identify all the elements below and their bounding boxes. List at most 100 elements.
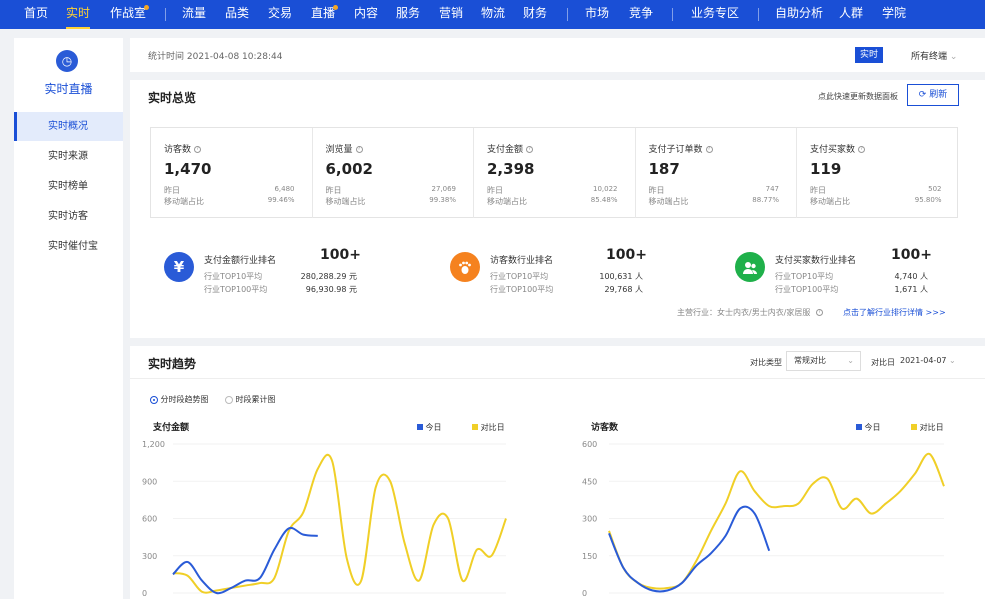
sidebar-item-source[interactable]: 实时来源 (14, 142, 123, 171)
nav-war-room[interactable]: 作战室 (110, 0, 146, 29)
sidebar-title: 实时直播 (44, 82, 93, 96)
radio-cumulative[interactable]: 时段累计图 (225, 394, 276, 405)
overview-panel: 实时总览 点此快速更新数据面板 ⟳ 刷新 访客数? 1,470 昨日 6,480 移动端… (130, 80, 985, 338)
rank-top100-label: 行业TOP100平均 (490, 285, 554, 294)
status-bar: 统计时间 2021-04-08 10:28:44 实时 所有终端 ⌄ (130, 38, 985, 72)
y-tick-label: 450 (582, 477, 597, 486)
nav-crowd[interactable]: 人群 (839, 0, 863, 29)
terminal-select[interactable]: 所有终端 ⌄ (911, 49, 957, 62)
top-navigation: 首页 实时 作战室 流量 品类 交易 直播 内容 服务 营销 物流 财务 市场 竞争 业务专区 自助分析 人群学… (0, 0, 985, 29)
rank-top100-label: 行业TOP100平均 (204, 285, 268, 294)
legend-today-label: 今日 (425, 423, 442, 432)
legend-compare-swatch (911, 424, 918, 430)
radio-trend[interactable]: 分时段趋势图 (150, 394, 209, 405)
radio-checked-icon (150, 395, 158, 404)
rank-value: 100+ (891, 247, 932, 263)
rank-top100-value: 1,671 人 (894, 285, 928, 294)
rank-buyers: 支付买家数行业排名 100+ 行业TOP10平均 4,740 人行业TOP100平均 1… (735, 242, 985, 302)
trend-title: 实时趋势 (148, 357, 197, 371)
visitors-chart: 0 150 300 450 600 (582, 440, 945, 598)
rank-top10-label: 行业TOP10平均 (775, 272, 834, 281)
nav-competition[interactable]: 竞争 (629, 0, 653, 29)
nav-content[interactable]: 内容 (354, 0, 378, 29)
refresh-icon: ⟳ (918, 90, 927, 100)
badge-dot (333, 5, 338, 10)
trend-panel: 实时趋势 对比类型 常规对比 ⌄ 对比日 2021-04-07 ⌄ 分时段趋势图… (130, 346, 985, 599)
compare-date-select[interactable]: 2021-04-07 ⌄ (900, 356, 956, 365)
rank-title: 支付金额行业排名 (204, 256, 277, 266)
radio-cumulative-label: 时段累计图 (235, 395, 276, 404)
nav-market[interactable]: 市场 (585, 0, 609, 29)
industry-label: 主营行业：女士内衣/男士内衣/家居服 (677, 308, 811, 317)
rank-top100-label: 行业TOP100平均 (775, 285, 839, 294)
chart1-title: 支付金额 (153, 423, 190, 433)
compare-type-label: 对比类型 (750, 358, 782, 367)
nav-service[interactable]: 服务 (396, 0, 420, 29)
chevron-down-icon: ⌄ (949, 356, 956, 365)
nav-logistics[interactable]: 物流 (481, 0, 505, 29)
nav-realtime[interactable]: 实时 (66, 0, 91, 29)
help-icon: ? (815, 309, 823, 316)
clock-icon: ◷ (56, 50, 78, 72)
rank-top10-value: 280,288.29 元 (300, 272, 357, 281)
rank-top10-value: 100,631 人 (599, 272, 643, 281)
refresh-button[interactable]: ⟳ 刷新 (907, 84, 959, 106)
industry-text: 主营行业：女士内衣/男士内衣/家居服 ? (677, 307, 823, 318)
nav-trade[interactable]: 交易 (268, 0, 292, 29)
compare-type-select[interactable]: 常规对比 ⌄ (786, 351, 861, 371)
nav-divider (672, 8, 673, 21)
nav-business-zone[interactable]: 业务专区 (691, 0, 739, 29)
legend-compare-swatch (472, 424, 479, 430)
rank-value: 100+ (320, 247, 361, 263)
nav-divider (758, 8, 759, 21)
nav-academy[interactable]: 学院 (882, 0, 906, 29)
rank-top100-value: 29,768 人 (604, 285, 643, 294)
nav-traffic[interactable]: 流量 (182, 0, 206, 29)
overview-title: 实时总览 (148, 91, 197, 105)
rank-top100-value: 96,930.98 元 (305, 285, 357, 294)
sidebar-item-overview[interactable]: 实时概况 (14, 112, 123, 141)
divider (130, 378, 985, 379)
sidebar-item-ranking[interactable]: 实时榜单 (14, 172, 123, 201)
rank-top10-label: 行业TOP10平均 (204, 272, 263, 281)
stat-time: 统计时间 2021-04-08 10:28:44 (148, 52, 283, 62)
nav-finance[interactable]: 财务 (523, 0, 547, 29)
nav-live[interactable]: 直播 (311, 0, 335, 29)
chart2-legend: 今日 对比日 (856, 422, 944, 433)
chevron-down-icon: ⌄ (847, 356, 854, 365)
radio-unchecked-icon (225, 395, 233, 404)
compare-date-label: 对比日 (871, 358, 895, 367)
nav-marketing[interactable]: 营销 (439, 0, 463, 29)
series-compare-line (608, 452, 945, 590)
nav-divider (567, 8, 568, 21)
nav-self-analysis[interactable]: 自助分析 (775, 0, 823, 29)
chevron-down-icon: ⌄ (949, 52, 958, 62)
refresh-hint: 点此快速更新数据面板 (818, 92, 898, 101)
legend-today-swatch (856, 424, 862, 430)
legend-today-swatch (417, 424, 423, 430)
nav-home[interactable]: 首页 (24, 0, 48, 29)
yuan-icon: ¥ (164, 252, 194, 282)
radio-trend-label: 分时段趋势图 (160, 395, 209, 404)
rank-row: ¥ 支付金额行业排名 100+ 行业TOP10平均 280,288.29 元行业TOP1… (164, 132, 964, 294)
badge-dot (144, 5, 149, 10)
rank-title: 访客数行业排名 (490, 256, 554, 266)
payment-chart: 0 300 600 900 1,200 (142, 440, 507, 598)
legend-compare-label: 对比日 (480, 423, 505, 432)
refresh-label: 刷新 (929, 90, 948, 100)
y-tick-label: 0 (582, 589, 587, 598)
legend-today-label: 今日 (864, 423, 881, 432)
y-tick-label: 300 (582, 515, 597, 524)
y-tick-label: 600 (142, 515, 157, 524)
rank-visitors: 访客数行业排名 100+ 行业TOP10平均 100,631 人行业TOP100平均 2… (450, 242, 700, 302)
sidebar-item-payment-reminder[interactable]: 实时催付宝 (14, 232, 123, 261)
sidebar-item-visitors[interactable]: 实时访客 (14, 202, 123, 231)
chart2-title: 访客数 (591, 423, 619, 433)
industry-link[interactable]: 点击了解行业排行详情 >>> (843, 307, 946, 318)
compare-date-value: 2021-04-07 (900, 356, 947, 365)
y-tick-label: 1,200 (142, 440, 165, 449)
nav-category[interactable]: 品类 (225, 0, 249, 29)
legend-compare-label: 对比日 (919, 423, 944, 432)
compare-type-value: 常规对比 (794, 356, 826, 365)
realtime-button[interactable]: 实时 (855, 47, 883, 63)
